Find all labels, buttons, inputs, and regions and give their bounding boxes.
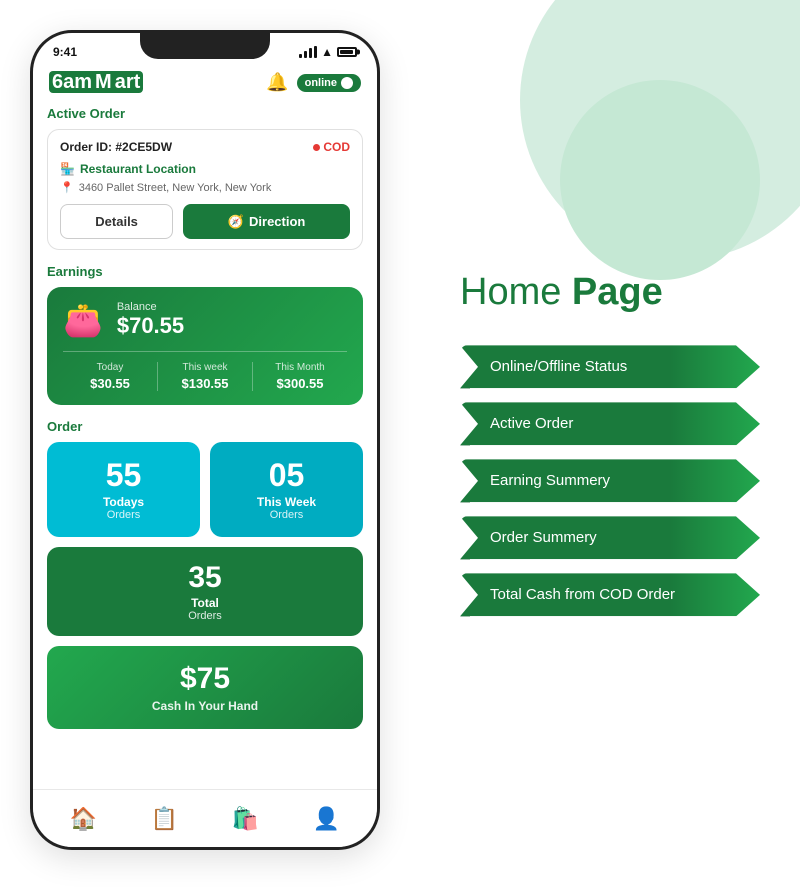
feature-label-1: Online/Offline Status <box>490 358 627 375</box>
cod-label: COD <box>323 140 350 154</box>
balance-info: Balance $70.55 <box>117 301 184 339</box>
todays-sub: Orders <box>59 509 188 521</box>
toggle-dot <box>341 77 353 89</box>
earnings-card: 👛 Balance $70.55 Today $30.55 This week … <box>47 287 363 405</box>
title-normal: Home <box>460 271 572 313</box>
compass-icon: 🧭 <box>228 214 244 230</box>
total-orders-box: 35 Total Orders <box>47 547 363 636</box>
wallet-icon: 👛 <box>63 301 103 339</box>
todays-label: Todays <box>59 495 188 509</box>
order-top: Order ID: #2CE5DW COD <box>60 140 350 154</box>
earnings-month: This Month $300.55 <box>252 362 347 391</box>
cash-amount: $75 <box>63 662 347 696</box>
nav-home[interactable]: 🏠 <box>70 806 97 832</box>
feature-order-summery: Order Summery <box>460 516 760 559</box>
active-order-card: Order ID: #2CE5DW COD 🏪 Restaurant Locat… <box>47 129 363 250</box>
today-label: Today <box>63 362 157 373</box>
order-grid: 55 Todays Orders 05 This Week Orders <box>47 442 363 537</box>
address-text: 3460 Pallet Street, New York, New York <box>79 182 272 194</box>
month-label: This Month <box>253 362 347 373</box>
bottom-nav: 🏠 📋 🛍️ 👤 <box>33 789 377 847</box>
total-sub: Orders <box>61 610 349 622</box>
direction-label: Direction <box>249 214 305 229</box>
phone-content: 6amMart 🔔 online Active Order Order ID: … <box>33 63 377 807</box>
bell-icon[interactable]: 🔔 <box>266 72 288 93</box>
feature-online-status: Online/Offline Status <box>460 345 760 388</box>
online-label: online <box>305 77 337 89</box>
phone-frame: 9:41 ▲ 6amMart <box>30 30 380 850</box>
nav-profile[interactable]: 👤 <box>313 806 340 832</box>
order-section-title: Order <box>47 419 363 434</box>
logo-m: M <box>92 71 115 93</box>
earnings-top: 👛 Balance $70.55 <box>63 301 347 339</box>
header-right: 🔔 online <box>266 72 361 93</box>
week-sub: Orders <box>222 509 351 521</box>
app-header: 6amMart 🔔 online <box>47 71 363 94</box>
status-time: 9:41 <box>53 45 77 59</box>
phone-mockup: 9:41 ▲ 6amMart <box>30 30 380 850</box>
earnings-bottom: Today $30.55 This week $130.55 This Mont… <box>63 351 347 391</box>
order-address: 📍 3460 Pallet Street, New York, New York <box>60 181 350 194</box>
today-value: $30.55 <box>63 376 157 391</box>
feature-cod-order: Total Cash from COD Order <box>460 573 760 616</box>
order-id-value: #2CE5DW <box>115 140 172 154</box>
todays-orders-box: 55 Todays Orders <box>47 442 200 537</box>
earnings-week: This week $130.55 <box>157 362 252 391</box>
earnings-today: Today $30.55 <box>63 362 157 391</box>
restaurant-icon: 🏪 <box>60 162 75 176</box>
total-label: Total <box>61 596 349 610</box>
order-location: 🏪 Restaurant Location <box>60 162 350 176</box>
total-num: 35 <box>61 561 349 594</box>
nav-bag[interactable]: 🛍️ <box>232 806 259 832</box>
cod-badge: COD <box>313 140 350 154</box>
online-status-badge[interactable]: online <box>297 74 361 92</box>
cash-box: $75 Cash In Your Hand <box>47 646 363 729</box>
pin-icon: 📍 <box>60 181 74 194</box>
direction-button[interactable]: 🧭 Direction <box>183 204 350 239</box>
week-value: $130.55 <box>158 376 252 391</box>
order-id-prefix: Order ID: <box>60 140 112 154</box>
week-label: This Week <box>222 495 351 509</box>
details-button[interactable]: Details <box>60 204 173 239</box>
active-order-title: Active Order <box>47 106 363 121</box>
balance-label: Balance <box>117 301 184 313</box>
earnings-title: Earnings <box>47 264 363 279</box>
feature-active-order: Active Order <box>460 402 760 445</box>
feature-label-2: Active Order <box>490 415 573 432</box>
page-title: Home Page <box>460 272 760 314</box>
title-bold: Page <box>572 271 663 313</box>
battery-icon <box>337 47 357 57</box>
wifi-icon: ▲ <box>321 45 333 59</box>
location-label: Restaurant Location <box>80 162 196 176</box>
feature-earning-summery: Earning Summery <box>460 459 760 502</box>
balance-value: $70.55 <box>117 313 184 339</box>
cash-label: Cash In Your Hand <box>63 699 347 713</box>
status-right: ▲ <box>299 45 357 59</box>
cod-dot <box>313 144 320 151</box>
logo-text: 6amMart <box>49 71 143 93</box>
feature-list: Online/Offline Status Active Order Earni… <box>460 345 760 616</box>
week-label: This week <box>158 362 252 373</box>
right-panel: Home Page Online/Offline Status Active O… <box>380 0 800 888</box>
feature-label-3: Earning Summery <box>490 472 610 489</box>
feature-label-5: Total Cash from COD Order <box>490 586 675 603</box>
signal-icon <box>299 46 317 58</box>
app-logo: 6amMart <box>49 71 143 94</box>
phone-notch <box>140 33 270 59</box>
week-num: 05 <box>222 458 351 493</box>
order-id-label: Order ID: #2CE5DW <box>60 140 172 154</box>
nav-orders[interactable]: 📋 <box>151 806 178 832</box>
week-orders-box: 05 This Week Orders <box>210 442 363 537</box>
month-value: $300.55 <box>253 376 347 391</box>
todays-num: 55 <box>59 458 188 493</box>
feature-label-4: Order Summery <box>490 529 597 546</box>
order-actions: Details 🧭 Direction <box>60 204 350 239</box>
